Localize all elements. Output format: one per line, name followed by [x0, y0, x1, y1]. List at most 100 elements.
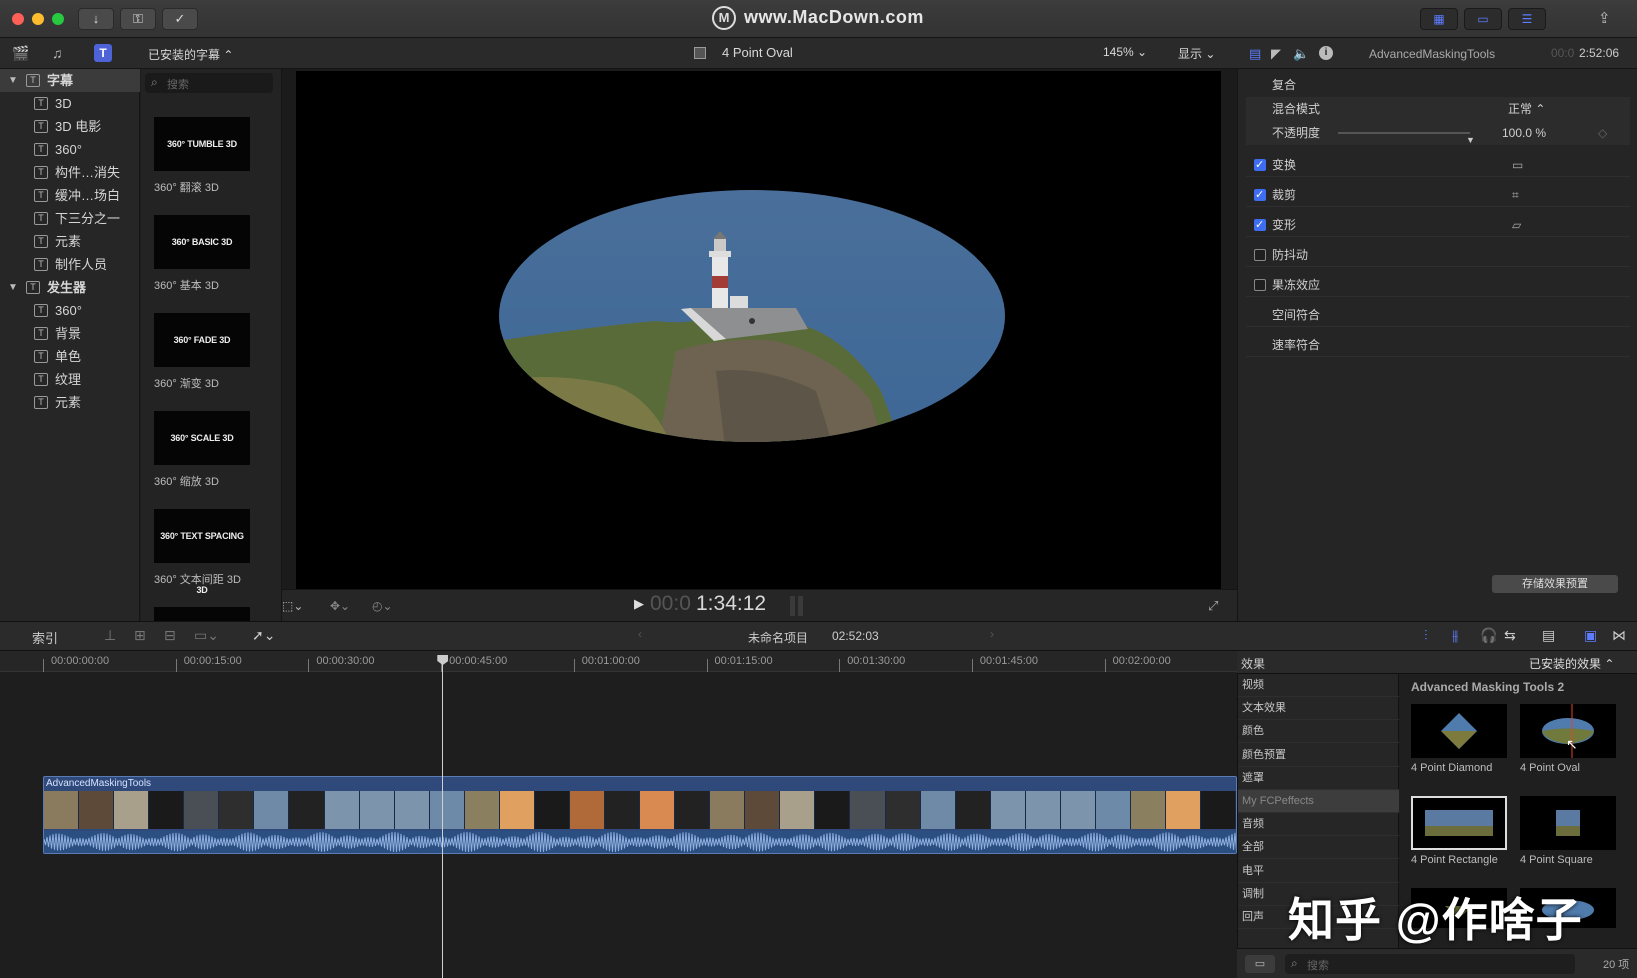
history-back-icon[interactable]: ‹ — [638, 627, 642, 641]
browser-search-field[interactable]: ⌕ 搜索 — [145, 73, 273, 93]
title-thumbnail[interactable]: 360° BASIC 3D — [154, 215, 250, 269]
tree-item[interactable]: T 元素 — [0, 230, 140, 253]
tree-item[interactable]: T 缓冲…场白 — [0, 184, 140, 207]
tree-item[interactable]: T 下三分之一 — [0, 207, 140, 230]
index-button[interactable]: 索引 — [32, 628, 58, 647]
title-thumbnail[interactable]: 360° FADE 3D — [154, 313, 250, 367]
installed-effects-dropdown[interactable]: 已安装的效果 ⌃ — [1529, 655, 1614, 672]
effects-category[interactable]: 颜色 — [1238, 720, 1400, 744]
info-inspector-icon[interactable]: i — [1319, 46, 1333, 60]
play-icon[interactable]: ▶ — [634, 596, 644, 612]
tree-item[interactable]: T 制作人员 — [0, 253, 140, 276]
skimming-icon[interactable]: ⫶ — [1424, 627, 1428, 644]
overwrite-clip-icon[interactable]: ▭⌄ — [194, 627, 219, 644]
tree-item[interactable]: T 元素 — [0, 391, 140, 414]
tree-item[interactable]: T 纹理 — [0, 368, 140, 391]
snapping-icon[interactable]: ⇆ — [1504, 627, 1516, 644]
retime-icon[interactable]: ◴⌄ — [372, 599, 393, 613]
close-window-button[interactable] — [12, 13, 24, 25]
sidebar-toggle-icon[interactable]: ▭ — [1245, 955, 1275, 973]
audio-inspector-icon[interactable]: 🔈 — [1293, 46, 1309, 62]
param-checkbox[interactable] — [1254, 249, 1266, 261]
effects-browser-icon[interactable]: ▣ — [1584, 627, 1597, 644]
effect-4-point-square[interactable] — [1520, 796, 1616, 850]
video-inspector-icon[interactable]: ▤ — [1249, 46, 1261, 62]
timeline-view-icon[interactable]: ▭ — [1464, 8, 1502, 30]
param-checkbox[interactable] — [1254, 153, 1266, 177]
view-options-icon[interactable]: ⬚⌄ — [282, 599, 303, 613]
color-inspector-icon[interactable]: ◤ — [1271, 46, 1281, 62]
effects-search-field[interactable]: ⌕ 搜索 — [1285, 954, 1575, 974]
tree-item[interactable]: T 背景 — [0, 322, 140, 345]
effects-category[interactable]: 颜色预置 — [1238, 744, 1400, 767]
title-thumbnail[interactable]: 360° TUMBLE 3D — [154, 117, 250, 171]
audio-skimming-icon[interactable]: ⫵ — [1452, 627, 1458, 644]
zoom-dropdown[interactable]: 145% ⌄ — [1103, 45, 1147, 59]
title-thumbnail-partial[interactable] — [154, 607, 250, 621]
effect-4-point-diamond[interactable] — [1411, 704, 1507, 758]
opacity-slider-knob[interactable]: ▼ — [1466, 128, 1475, 152]
opacity-value[interactable]: 100.0 % — [1502, 121, 1546, 145]
tree-item[interactable]: T 360° — [0, 138, 140, 161]
viewer-canvas[interactable] — [296, 71, 1221, 591]
effects-category[interactable]: 文本效果 — [1238, 697, 1400, 721]
effect-4-point-rectangle[interactable] — [1411, 796, 1507, 850]
tree-item[interactable]: ▼ T 发生器 — [0, 276, 140, 299]
share-icon[interactable]: ⇪ — [1598, 9, 1611, 27]
transform-tool-icon[interactable]: ✥⌄ — [330, 599, 350, 613]
opacity-slider-track[interactable] — [1338, 132, 1470, 134]
libraries-icon[interactable]: 🎬 — [12, 45, 32, 61]
keyframe-icon[interactable]: ◇ — [1598, 121, 1607, 145]
inspector-param-row[interactable]: 空间符合 — [1246, 303, 1630, 327]
append-clip-icon[interactable]: ⊟ — [164, 627, 176, 644]
browser-view-icon[interactable]: ▦ — [1420, 8, 1458, 30]
save-effects-preset-button[interactable]: 存储效果预置 — [1492, 575, 1618, 593]
playhead[interactable] — [437, 655, 449, 978]
param-checkbox[interactable] — [1254, 279, 1266, 291]
tree-item[interactable]: T 360° — [0, 299, 140, 322]
minimize-window-button[interactable] — [32, 13, 44, 25]
distort-onscreen-icon[interactable]: ▱ — [1512, 213, 1521, 237]
display-dropdown[interactable]: 显示 ⌄ — [1178, 45, 1215, 62]
effects-category[interactable]: 音频 — [1238, 813, 1400, 837]
transitions-browser-icon[interactable]: ⋈ — [1612, 627, 1626, 644]
disclosure-triangle-icon[interactable]: ▼ — [8, 276, 18, 299]
select-tool-icon[interactable]: ➚⌄ — [252, 627, 275, 644]
background-tasks-icon[interactable]: ✓ — [162, 8, 198, 30]
inspector-view-icon[interactable]: ☰ — [1508, 8, 1546, 30]
crop-onscreen-icon[interactable]: ⌗ — [1512, 183, 1519, 207]
effects-category[interactable]: 遮罩 — [1238, 767, 1400, 790]
zoom-window-button[interactable] — [52, 13, 64, 25]
param-checkbox[interactable] — [1254, 213, 1266, 237]
inspector-param-row[interactable]: 变形 ▱ — [1246, 213, 1630, 237]
installed-titles-dropdown[interactable]: 已安装的字幕 ⌃ — [148, 46, 233, 63]
transform-onscreen-icon[interactable]: ▭ — [1512, 153, 1523, 177]
inspector-param-row[interactable]: 裁剪 ⌗ — [1246, 183, 1630, 207]
history-forward-icon[interactable]: › — [990, 627, 994, 641]
effects-category[interactable]: 视频 — [1238, 674, 1400, 697]
fullscreen-icon[interactable]: ⤢ — [1208, 598, 1218, 614]
effects-category[interactable]: My FCPeffects — [1238, 790, 1400, 813]
effects-category[interactable]: 电平 — [1238, 860, 1400, 883]
title-thumbnail[interactable]: 360° SCALE 3D — [154, 411, 250, 465]
titles-generators-icon[interactable]: T — [94, 44, 112, 62]
insert-clip-icon[interactable]: ⊞ — [134, 627, 146, 644]
title-thumbnail[interactable]: 360° TEXT SPACING 3D — [154, 509, 250, 595]
inspector-param-row[interactable]: 变换 ▭ — [1246, 153, 1630, 177]
clip-appearance-icon[interactable]: ▤ — [1542, 627, 1555, 644]
viewer-timecode[interactable]: 1:34:12 — [696, 592, 766, 616]
tree-item[interactable]: T 3D 电影 — [0, 115, 140, 138]
tree-item[interactable]: T 构件…消失 — [0, 161, 140, 184]
import-icon[interactable]: ↓ — [78, 8, 114, 30]
inspector-param-row[interactable]: 速率符合 — [1246, 333, 1630, 357]
timeline-clip[interactable]: AdvancedMaskingTools — [43, 776, 1237, 854]
connect-clip-icon[interactable]: ⊥ — [104, 627, 116, 644]
photos-audio-icon[interactable]: ♫ — [52, 45, 72, 61]
keyword-icon[interactable]: ⚿ — [120, 8, 156, 30]
timeline-ruler[interactable]: 00:00:00:00 00:00:15:00 00:00:30:00 00:00:4… — [0, 651, 1237, 672]
tree-item[interactable]: T 3D — [0, 92, 140, 115]
tree-item[interactable]: T 单色 — [0, 345, 140, 368]
param-checkbox[interactable] — [1254, 183, 1266, 207]
inspector-param-row[interactable]: 果冻效应 — [1246, 273, 1630, 297]
inspector-param-row[interactable]: 防抖动 — [1246, 243, 1630, 267]
